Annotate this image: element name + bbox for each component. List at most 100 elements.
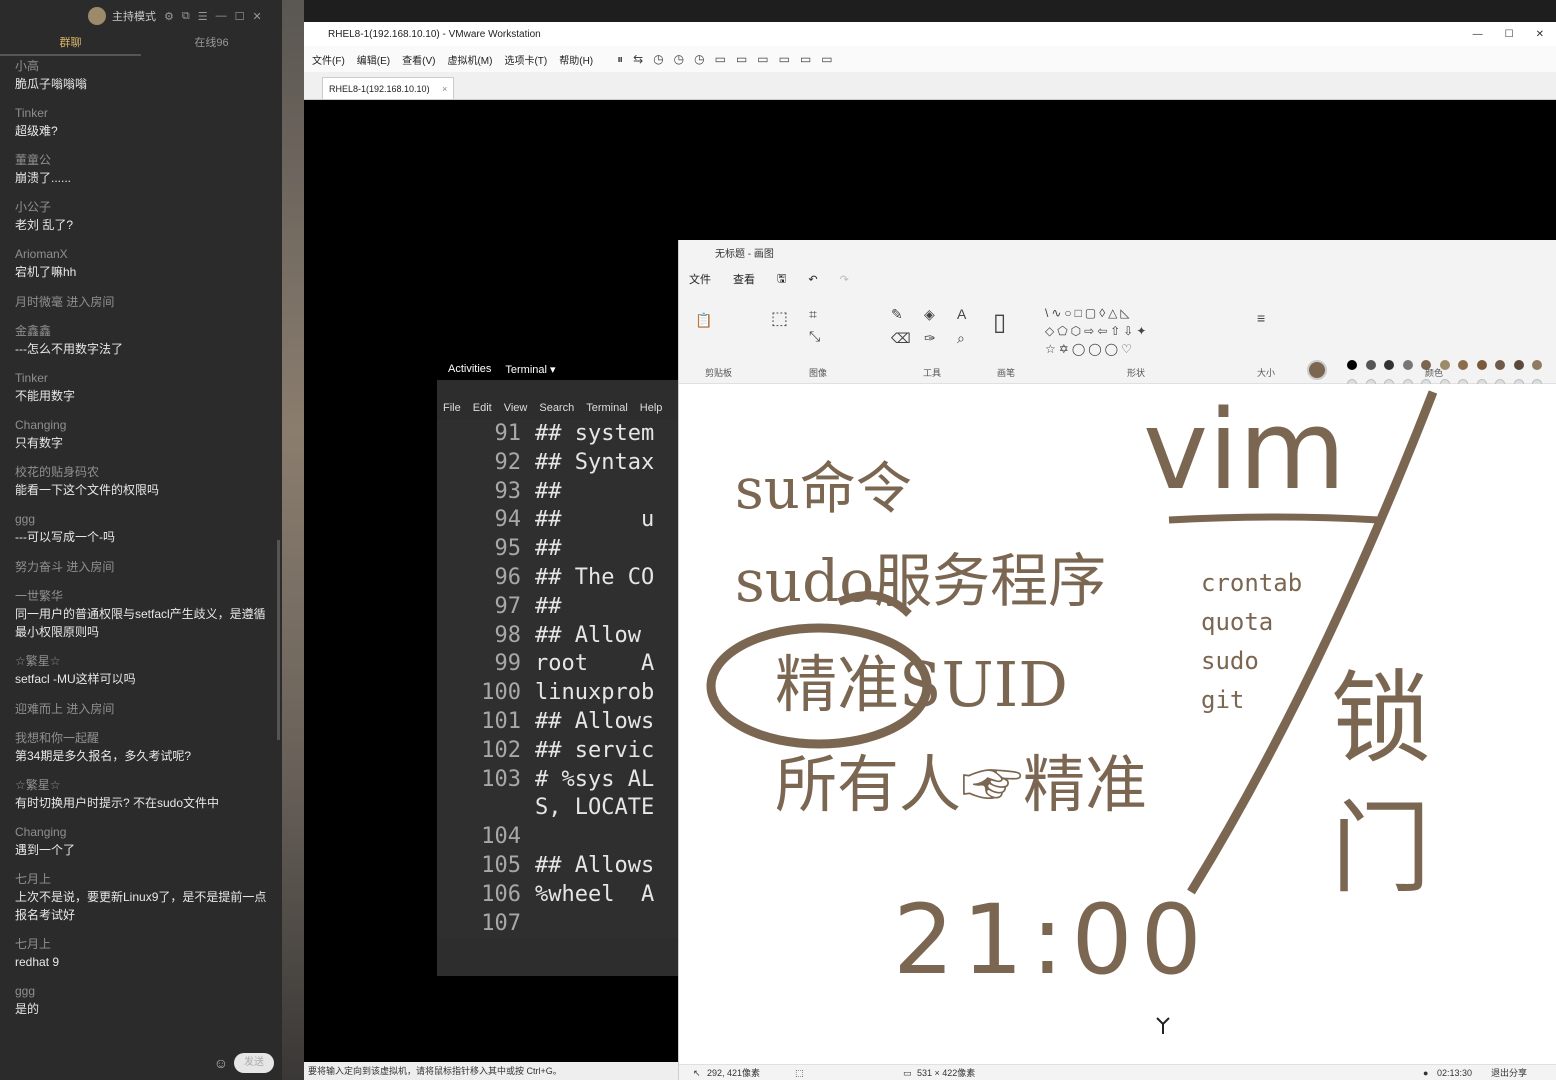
terminal-line: 91 ## system (437, 420, 680, 449)
term-menu-search[interactable]: Search (539, 402, 574, 414)
vm-minimize-icon[interactable]: — (1473, 29, 1483, 40)
chat-nickname[interactable]: 小公子 (15, 199, 276, 216)
vm-maximize-icon[interactable]: ☐ (1505, 29, 1514, 40)
chat-message-list[interactable]: 小高 脆瓜子嗡嗡嗡 Tinker 超级难? 董童公 崩溃了...... 小公子 老刘 乱了? A… (0, 58, 276, 1046)
shapes-icon-row3[interactable]: ☆✡◯◯◯♡ (1045, 342, 1135, 356)
canvas-vim: vim (1143, 386, 1346, 514)
palette-swatch[interactable] (1513, 360, 1524, 370)
chat-nickname[interactable]: Changing (15, 824, 276, 841)
color-picker-icon[interactable]: ✑ (924, 330, 936, 347)
active-color-swatch[interactable] (1307, 360, 1327, 380)
palette-swatch[interactable] (1347, 360, 1357, 370)
line-text: # %sys AL (535, 766, 655, 792)
chat-nickname[interactable]: Tinker (15, 105, 276, 122)
terminal-line: 98 ## Allow (437, 622, 680, 651)
redo-icon[interactable]: ↷ (840, 273, 849, 286)
chat-text: 宕机了嘛hh (15, 265, 77, 279)
maximize-icon[interactable]: ☐ (235, 10, 245, 23)
text-icon[interactable]: A (957, 306, 966, 322)
term-menu-help[interactable]: Help (640, 402, 663, 414)
term-menu-terminal[interactable]: Terminal (586, 402, 628, 414)
paste-icon[interactable]: 📋 (695, 312, 712, 329)
save-icon[interactable]: 🖫 (777, 270, 786, 289)
chat-nickname[interactable]: 校花的贴身码农 (15, 464, 276, 481)
canvas-precise-suid: 精准SUID (775, 648, 1068, 721)
palette-swatch[interactable] (1384, 360, 1394, 370)
fill-icon[interactable]: ◈ (924, 306, 935, 323)
chat-nickname[interactable]: 董童公 (15, 152, 276, 169)
undo-icon[interactable]: ↶ (808, 273, 817, 286)
chat-nickname[interactable]: AriomanX (15, 246, 276, 263)
chat-panel: 主持模式 ⚙ ⧉ ☰ — ☐ ✕ 群聊 在线96 小高 脆瓜子嗡嗡嗡 Tinker 超… (0, 0, 282, 1080)
magnifier-icon[interactable]: ⌕ (957, 330, 965, 347)
settings-icon[interactable]: ⚙ (164, 10, 174, 23)
menu-help[interactable]: 帮助(H) (559, 52, 593, 67)
chat-text: 只有数字 (15, 436, 64, 450)
menu-tabs[interactable]: 选项卡(T) (504, 52, 547, 67)
vm-tab-label: RHEL8-1(192.168.10.10) (329, 84, 430, 94)
menu-icon[interactable]: ☰ (198, 10, 208, 23)
term-menu-edit[interactable]: Edit (473, 402, 492, 414)
vm-toolbar-icons[interactable]: ⏸⇆◷◷◷▭▭▭▭▭▭ (617, 52, 843, 67)
popout-icon[interactable]: ⧉ (182, 10, 190, 23)
chat-nickname[interactable]: ggg (15, 511, 276, 528)
terminal-line: 97 ## (437, 593, 680, 622)
paint-canvas[interactable]: su命令 sudo服务程序 精准SUID 所有人☞精准 vim crontab … (679, 384, 1556, 1064)
chat-nickname[interactable]: 小高 (15, 58, 276, 75)
palette-swatch[interactable] (1402, 360, 1413, 370)
size-icon[interactable]: ≡ (1257, 310, 1265, 326)
palette-swatch[interactable] (1365, 360, 1376, 370)
chat-scrollbar[interactable] (277, 540, 280, 740)
send-button[interactable]: 发送 (234, 1053, 274, 1073)
palette-swatch[interactable] (1458, 360, 1468, 370)
line-text: ## (535, 536, 562, 562)
terminal-body[interactable]: 91 ## system 92 ## Syntax 93 ## 94 ## u 95 ## 96 ##… (437, 420, 680, 939)
chat-nickname[interactable]: 金鑫鑫 (15, 323, 276, 340)
vm-close-icon[interactable]: ✕ (1536, 29, 1544, 40)
chat-nickname[interactable]: Changing (15, 417, 276, 434)
gnome-terminal-menu[interactable]: Terminal ▾ (505, 363, 555, 376)
chat-message: ☆繁星☆ setfacl -MU这样可以吗 (15, 653, 276, 688)
chat-nickname[interactable]: 我想和你一起醒 (15, 730, 276, 747)
tab-online[interactable]: 在线96 (141, 32, 282, 56)
terminal-window[interactable]: File Edit View Search Terminal Help 91 ##… (437, 380, 680, 976)
paint-menu-view[interactable]: 查看 (733, 271, 755, 287)
chat-nickname[interactable]: 七月上 (15, 871, 276, 888)
palette-swatch[interactable] (1532, 360, 1542, 370)
vm-tab[interactable]: RHEL8-1(192.168.10.10) × (322, 77, 455, 99)
chat-nickname[interactable]: Tinker (15, 370, 276, 387)
chat-nickname[interactable]: 一世繁华 (15, 588, 276, 605)
resize-icon[interactable]: ⤡ (809, 328, 820, 345)
tab-group-chat[interactable]: 群聊 (0, 32, 141, 56)
paint-menu-file[interactable]: 文件 (689, 271, 711, 287)
term-menu-file[interactable]: File (443, 402, 461, 414)
menu-edit[interactable]: 编辑(E) (357, 52, 390, 67)
menu-file[interactable]: 文件(F) (312, 52, 345, 67)
menu-vm[interactable]: 虚拟机(M) (447, 52, 492, 67)
chat-nickname[interactable]: ☆繁星☆ (15, 777, 276, 794)
palette-swatch[interactable] (1495, 360, 1505, 370)
palette-swatch[interactable] (1476, 360, 1487, 370)
shapes-icon-row2[interactable]: ◇⬠⬡⇨⇦⇧⇩✦ (1045, 324, 1149, 338)
close-icon[interactable]: ✕ (252, 10, 261, 23)
tab-close-icon[interactable]: × (442, 84, 447, 94)
minimize-icon[interactable]: — (216, 10, 227, 22)
eraser-icon[interactable]: ⌫ (891, 330, 911, 347)
chat-nickname[interactable]: 七月上 (15, 936, 276, 953)
emoji-icon[interactable]: ☺ (214, 1055, 228, 1071)
menu-view[interactable]: 查看(V) (402, 52, 435, 67)
chat-system-message: 月时微毫 进入房间 (15, 295, 115, 309)
term-menu-view[interactable]: View (504, 402, 528, 414)
exit-share-button[interactable]: 退出分享 (1491, 1065, 1527, 1080)
crop-icon[interactable]: ⌗ (809, 306, 817, 323)
select-icon[interactable]: ⬚ (771, 308, 788, 329)
gnome-activities[interactable]: Activities (448, 363, 491, 375)
host-mode-label: 主持模式 (112, 11, 156, 23)
line-text: linuxprob (535, 680, 655, 706)
chat-nickname[interactable]: ggg (15, 983, 276, 1000)
chat-text: 有时切换用户时提示? 不在sudo文件中 (15, 796, 220, 810)
shapes-icon[interactable]: \∿○□▢◊△◺ (1045, 306, 1133, 320)
chat-nickname[interactable]: ☆繁星☆ (15, 653, 276, 670)
brush-icon[interactable]: ▯ (993, 308, 1006, 337)
pencil-icon[interactable]: ✎ (891, 306, 903, 323)
